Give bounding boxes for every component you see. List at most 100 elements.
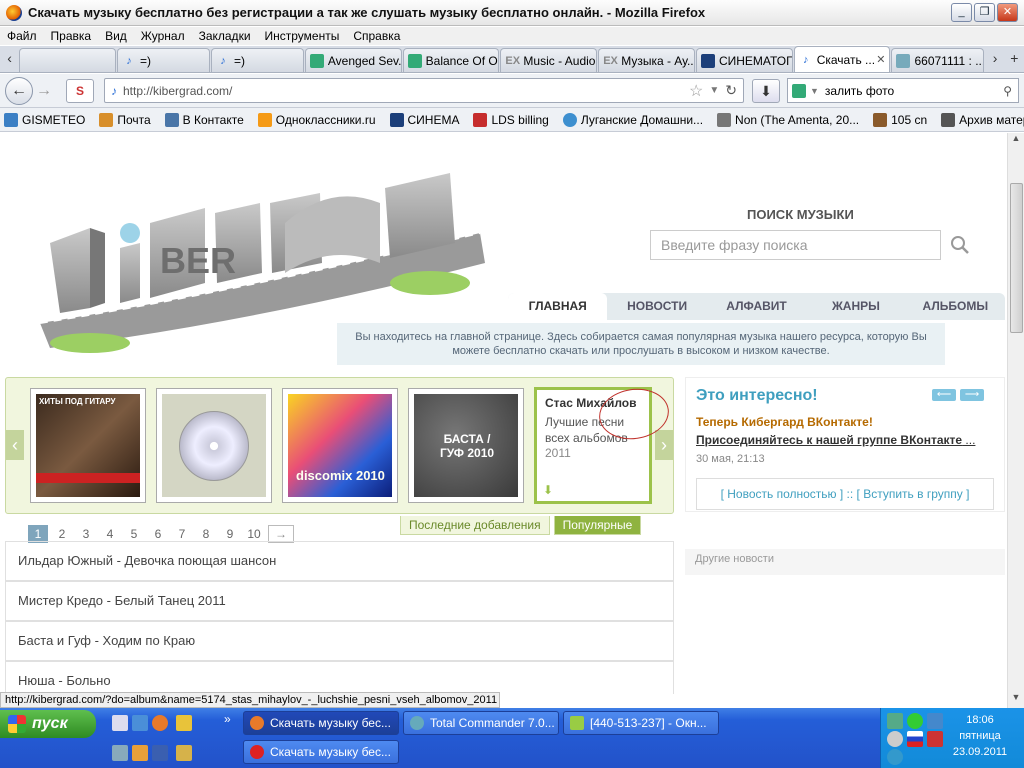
quicklaunch-icon[interactable] xyxy=(176,745,192,761)
language-ru-icon[interactable] xyxy=(907,731,923,747)
back-button[interactable]: ← xyxy=(5,76,33,105)
search-box[interactable]: ▼ залить фото ⚲ xyxy=(787,78,1019,103)
music-search-input[interactable]: Введите фразу поиска xyxy=(650,230,941,260)
tab-4[interactable]: Balance Of O... xyxy=(402,48,500,72)
url-dropdown-icon[interactable]: ▼ xyxy=(709,85,719,96)
album-cover-3[interactable]: discomix 2010 xyxy=(282,388,398,503)
menu-bookmarks[interactable]: Закладки xyxy=(192,27,258,45)
bookmark-non[interactable]: Non (The Amenta, 20... xyxy=(713,112,859,127)
bookmark-vk[interactable]: В Контакте xyxy=(161,112,244,127)
reload-icon[interactable]: ↻ xyxy=(725,82,737,99)
menu-edit[interactable]: Правка xyxy=(44,27,99,45)
tab-7[interactable]: СИНЕМАТОГ... xyxy=(695,48,793,72)
task-firefox-1[interactable]: Скачать музыку бес... xyxy=(243,711,399,735)
search-icon[interactable] xyxy=(950,235,970,255)
bookmark-105cn[interactable]: 105 cn xyxy=(869,112,927,127)
bookmark-cinema[interactable]: СИНЕМА xyxy=(386,112,459,127)
album-cover-1[interactable]: ХИТЫ ПОД ГИТАРУ xyxy=(30,388,146,503)
search-engine-dropdown-icon[interactable]: ▼ xyxy=(810,86,819,96)
task-opera[interactable]: Скачать музыку бес... xyxy=(243,740,399,764)
tab-news[interactable]: НОВОСТИ xyxy=(607,293,706,320)
quicklaunch-icon[interactable] xyxy=(132,745,148,761)
carousel-next-button[interactable]: › xyxy=(655,430,673,460)
cover-image xyxy=(162,394,266,497)
menu-history[interactable]: Журнал xyxy=(134,27,192,45)
tab-6[interactable]: EX Музыка - Ау... xyxy=(598,48,695,72)
list-item[interactable]: Баста и Гуф - Ходим по Краю xyxy=(5,621,674,661)
url-bar[interactable]: ♪ http://kibergrad.com/ ☆ ▼ ↻ xyxy=(104,78,744,103)
tab-9[interactable]: 66071111 : ... xyxy=(891,48,985,72)
album-cover-4[interactable]: БАСТА / ГУФ 2010 xyxy=(408,388,524,503)
tab-scroll-right-button[interactable]: › xyxy=(985,46,1004,72)
tab-scroll-left-button[interactable]: ‹ xyxy=(0,46,19,72)
bookmark-star-icon[interactable]: ☆ xyxy=(689,81,703,101)
quicklaunch-icon[interactable] xyxy=(176,715,192,731)
clock[interactable]: 18:06 пятница 23.09.2011 xyxy=(945,712,1015,760)
search-icon[interactable]: ⚲ xyxy=(1003,84,1012,98)
bookmark-gismeteo[interactable]: GISMETEO xyxy=(0,112,85,127)
icq-icon[interactable] xyxy=(907,713,923,729)
scroll-down-icon[interactable]: ▼ xyxy=(1008,692,1024,708)
tab-home[interactable]: ГЛАВНАЯ xyxy=(508,293,608,320)
close-button[interactable]: ✕ xyxy=(997,3,1018,22)
cover-image: discomix 2010 xyxy=(288,394,392,497)
download-arrow-icon[interactable]: ⬇ xyxy=(543,483,553,497)
tab-5[interactable]: EXMusic - Audio... xyxy=(500,48,598,72)
firefox-quicklaunch-icon[interactable] xyxy=(152,715,168,731)
quicklaunch-icon[interactable] xyxy=(132,715,148,731)
minimize-button[interactable]: _ xyxy=(951,3,972,22)
network-icon[interactable] xyxy=(887,713,903,729)
bluetooth-icon[interactable] xyxy=(887,749,903,765)
album-cover-2[interactable] xyxy=(156,388,272,503)
maximize-button[interactable]: ❐ xyxy=(974,3,995,22)
tab-latest-additions[interactable]: Последние добавления xyxy=(400,516,550,535)
antivirus-icon[interactable] xyxy=(927,731,943,747)
new-tab-button[interactable]: + xyxy=(1005,46,1024,72)
tab-alphabet[interactable]: АЛФАВИТ xyxy=(707,293,806,320)
tab-close-icon[interactable]: ✕ xyxy=(876,53,885,66)
bookmark-ok[interactable]: Одноклассники.ru xyxy=(254,112,376,127)
menu-tools[interactable]: Инструменты xyxy=(258,27,347,45)
tab-8-active[interactable]: ♪ Скачать ... ✕ xyxy=(793,46,891,72)
forward-button[interactable]: → xyxy=(33,80,55,102)
scroll-thumb[interactable] xyxy=(1010,183,1023,333)
menu-file[interactable]: Файл xyxy=(0,27,44,45)
bookmark-mail[interactable]: Почта xyxy=(95,112,151,127)
list-item[interactable]: Ильдар Южный - Девочка поющая шансон xyxy=(5,541,674,581)
tab-1[interactable]: ♪ =) xyxy=(117,48,210,72)
news-link[interactable]: Присоединяйтесь к нашей группе ВКонтакте… xyxy=(696,433,975,447)
menu-help[interactable]: Справка xyxy=(346,27,407,45)
scroll-up-icon[interactable]: ▲ xyxy=(1008,133,1024,149)
task-total-commander[interactable]: Total Commander 7.0... xyxy=(403,711,559,735)
task-window-3[interactable]: [440-513-237] - Окн... xyxy=(563,711,719,735)
bookmark-archive[interactable]: Архив материалов - ... xyxy=(937,112,1024,127)
quicklaunch-icon[interactable] xyxy=(112,715,128,731)
carousel-prev-button[interactable]: ‹ xyxy=(6,430,24,460)
other-news[interactable]: Другие новости xyxy=(685,549,1005,575)
tab-0[interactable] xyxy=(19,48,117,72)
save-icon[interactable] xyxy=(152,745,168,761)
panel-next-arrow-icon[interactable]: ⟶ xyxy=(960,389,984,401)
news-links[interactable]: [ Новость полностью ] :: [ Вступить в гр… xyxy=(696,478,994,510)
tab-popular[interactable]: Популярные xyxy=(553,516,642,535)
addon-icon[interactable]: S xyxy=(66,79,94,103)
bookmark-lds-billing[interactable]: LDS billing xyxy=(469,112,549,127)
network-icon[interactable] xyxy=(927,713,943,729)
tab-albums[interactable]: АЛЬБОМЫ xyxy=(906,293,1005,320)
download-icon[interactable]: ⬇ xyxy=(752,79,780,103)
taskbar-overflow-icon[interactable]: » xyxy=(224,712,231,726)
tab-genres[interactable]: ЖАНРЫ xyxy=(806,293,905,320)
menu-view[interactable]: Вид xyxy=(98,27,134,45)
clock-time: 18:06 xyxy=(966,714,994,726)
quicklaunch-icon[interactable] xyxy=(112,745,128,761)
title-bar[interactable]: Скачать музыку бесплатно без регистрации… xyxy=(0,0,1024,26)
start-button[interactable]: пуск xyxy=(0,710,96,738)
page-scrollbar[interactable]: ▲ ▼ xyxy=(1007,133,1024,708)
panel-prev-arrow-icon[interactable]: ⟵ xyxy=(932,389,956,401)
volume-icon[interactable] xyxy=(887,731,903,747)
list-item[interactable]: Мистер Кредо - Белый Танец 2011 xyxy=(5,581,674,621)
bookmark-lugansk[interactable]: Луганские Домашни... xyxy=(559,112,703,127)
tab-3[interactable]: Avenged Sev... xyxy=(304,48,402,72)
tab-2[interactable]: ♪ =) xyxy=(210,48,304,72)
list-item[interactable]: Нюша - Больно xyxy=(5,661,674,694)
